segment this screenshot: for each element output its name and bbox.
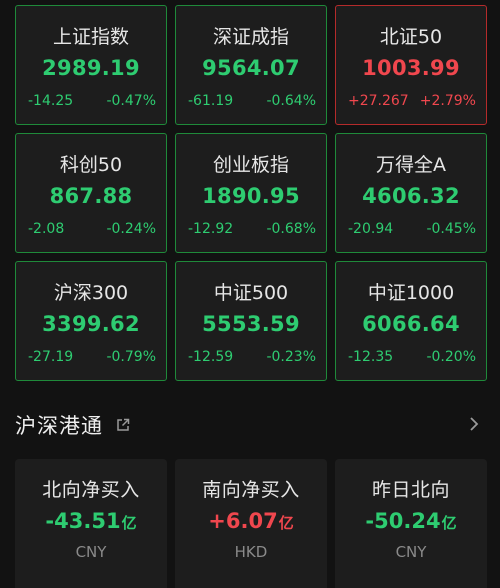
index-name: 上证指数 [52, 26, 129, 48]
index-change: -20.94 [348, 221, 394, 237]
index-card[interactable]: 中证1000 6066.64 -12.35 -0.20% [335, 261, 487, 381]
index-card[interactable]: 北证50 1003.99 +27.267 +2.79% [335, 5, 487, 125]
index-name: 北证50 [379, 26, 443, 48]
flow-card[interactable]: 昨日北向 -50.24亿 CNY [335, 459, 487, 588]
index-change-pct: -0.64% [266, 93, 316, 109]
index-price: 6066.64 [362, 312, 460, 336]
flow-unit: 亿 [441, 514, 457, 532]
index-name: 中证1000 [367, 282, 455, 304]
index-change-pct: -0.68% [266, 221, 316, 237]
flow-label: 南向净买入 [202, 479, 300, 501]
index-change: -12.92 [188, 221, 234, 237]
flow-value-row: +6.07亿 [175, 509, 327, 533]
index-grid: 上证指数 2989.19 -14.25 -0.47% 深证成指 9564.07 … [15, 5, 487, 381]
index-change: -12.35 [348, 349, 394, 365]
index-change-row: -12.92 -0.68% [188, 221, 316, 237]
index-price: 3399.62 [42, 312, 140, 336]
index-name: 创业板指 [212, 154, 289, 176]
index-name: 沪深300 [53, 282, 129, 304]
chevron-right-icon[interactable] [465, 414, 483, 434]
index-price: 1890.95 [202, 184, 300, 208]
section-title: 沪深港通 [15, 414, 103, 438]
flow-value-row: -43.51亿 [15, 509, 167, 533]
index-name: 万得全A [376, 154, 446, 176]
index-card[interactable]: 中证500 5553.59 -12.59 -0.23% [175, 261, 327, 381]
index-change-row: -20.94 -0.45% [348, 221, 476, 237]
index-name: 中证500 [213, 282, 289, 304]
index-price: 2989.19 [42, 56, 140, 80]
flow-card[interactable]: 北向净买入 -43.51亿 CNY [15, 459, 167, 588]
index-change-pct: -0.23% [266, 349, 316, 365]
index-change: -14.25 [28, 93, 74, 109]
flow-value: -50.24 [365, 509, 441, 533]
index-change-pct: -0.24% [106, 221, 156, 237]
index-name: 科创50 [59, 154, 123, 176]
index-change-row: -61.19 -0.64% [188, 93, 316, 109]
flow-label: 昨日北向 [371, 479, 450, 501]
index-price: 1003.99 [362, 56, 460, 80]
index-price: 9564.07 [202, 56, 300, 80]
flow-label: 北向净买入 [42, 479, 140, 501]
index-change-pct: -0.45% [426, 221, 476, 237]
index-price: 4606.32 [362, 184, 460, 208]
index-name: 深证成指 [212, 26, 289, 48]
stock-connect-header[interactable]: 沪深港通 [15, 408, 485, 442]
index-change-pct: -0.20% [426, 349, 476, 365]
index-change-pct: -0.47% [106, 93, 156, 109]
index-change: -27.19 [28, 349, 74, 365]
flow-value: +6.07 [208, 509, 278, 533]
index-price: 5553.59 [202, 312, 300, 336]
index-card[interactable]: 万得全A 4606.32 -20.94 -0.45% [335, 133, 487, 253]
external-link-icon[interactable] [115, 417, 131, 433]
index-card[interactable]: 科创50 867.88 -2.08 -0.24% [15, 133, 167, 253]
index-change-pct: -0.79% [106, 349, 156, 365]
index-change-row: -27.19 -0.79% [28, 349, 156, 365]
index-change: -12.59 [188, 349, 234, 365]
flow-unit: 亿 [121, 514, 137, 532]
index-change-pct: +2.79% [419, 93, 476, 109]
index-price: 867.88 [49, 184, 133, 208]
index-change-row: +27.267 +2.79% [348, 93, 476, 109]
index-change: -61.19 [188, 93, 234, 109]
index-change-row: -12.59 -0.23% [188, 349, 316, 365]
flow-unit: 亿 [278, 514, 294, 532]
flow-value-row: -50.24亿 [335, 509, 487, 533]
index-change-row: -2.08 -0.24% [28, 221, 156, 237]
index-change-row: -12.35 -0.20% [348, 349, 476, 365]
flow-currency: CNY [75, 543, 107, 561]
flow-currency: HKD [234, 543, 268, 561]
flow-value: -43.51 [45, 509, 121, 533]
market-overview-page: 上证指数 2989.19 -14.25 -0.47% 深证成指 9564.07 … [0, 0, 500, 588]
index-change: -2.08 [28, 221, 65, 237]
flow-card[interactable]: 南向净买入 +6.07亿 HKD [175, 459, 327, 588]
flow-currency: CNY [395, 543, 427, 561]
index-change-row: -14.25 -0.47% [28, 93, 156, 109]
index-card[interactable]: 深证成指 9564.07 -61.19 -0.64% [175, 5, 327, 125]
index-card[interactable]: 上证指数 2989.19 -14.25 -0.47% [15, 5, 167, 125]
stock-connect-flows: 北向净买入 -43.51亿 CNY 南向净买入 +6.07亿 HKD 昨日北向 … [15, 459, 487, 588]
index-card[interactable]: 沪深300 3399.62 -27.19 -0.79% [15, 261, 167, 381]
index-change: +27.267 [348, 93, 409, 109]
index-card[interactable]: 创业板指 1890.95 -12.92 -0.68% [175, 133, 327, 253]
